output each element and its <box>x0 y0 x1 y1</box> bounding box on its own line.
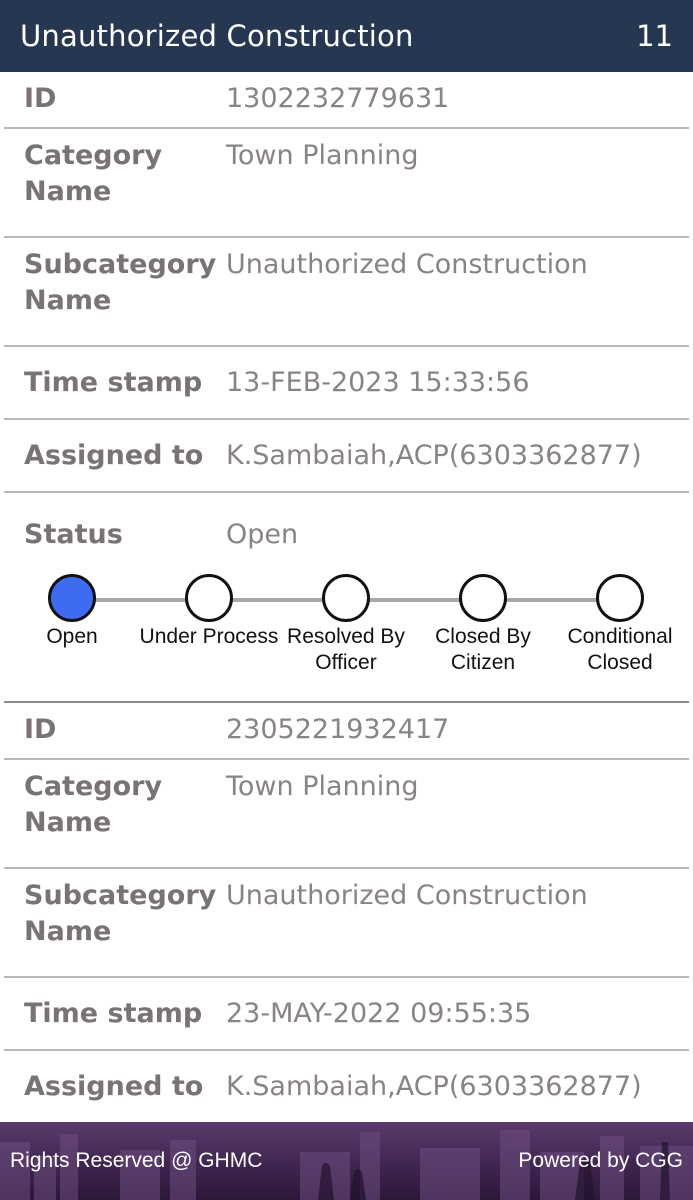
rights-reserved-text: Rights Reserved @ GHMC <box>10 1149 263 1172</box>
assigned-value: K.Sambaiah,ACP(6303362877) <box>226 1071 642 1102</box>
subcategory-value: Unauthorized Construction <box>226 249 588 280</box>
step-label-open: Open <box>46 625 98 648</box>
step-label-under-process: Under Process <box>139 625 279 648</box>
category-row: Category Name Town Planning <box>4 129 689 238</box>
step-dot-open <box>48 574 96 622</box>
timestamp-value: 13-FEB-2023 15:33:56 <box>226 367 530 398</box>
subcategory-label: Subcategory Name <box>24 249 217 316</box>
complaint-count: 11 <box>636 19 673 53</box>
id-label: ID <box>24 714 57 745</box>
powered-by-text: Powered by CGG <box>518 1149 683 1172</box>
footer: Rights Reserved @ GHMC Powered by CGG <box>0 1122 693 1200</box>
id-row: ID 2305221932417 <box>4 703 689 760</box>
id-value: 2305221932417 <box>226 714 450 745</box>
step-dot-conditional-closed <box>596 574 644 622</box>
page-title: Unauthorized Construction <box>20 19 414 53</box>
timestamp-row: Time stamp 23-MAY-2022 09:55:35 <box>4 978 689 1051</box>
assigned-value: K.Sambaiah,ACP(6303362877) <box>226 440 642 471</box>
category-value: Town Planning <box>226 771 419 802</box>
subcategory-label: Subcategory Name <box>24 880 217 947</box>
subcategory-row: Subcategory Name Unauthorized Constructi… <box>4 238 689 347</box>
id-label: ID <box>24 83 57 114</box>
category-label: Category Name <box>24 140 163 207</box>
category-value: Town Planning <box>226 140 419 171</box>
timestamp-label: Time stamp <box>24 367 203 398</box>
timestamp-value: 23-MAY-2022 09:55:35 <box>226 998 532 1029</box>
status-label: Status <box>24 519 123 550</box>
status-value: Open <box>226 519 299 550</box>
step-label-conditional-closed: Conditional Closed <box>567 625 673 674</box>
app-header: Unauthorized Construction 11 <box>0 0 693 72</box>
step-label-closed-by-citizen: Closed By Citizen <box>435 625 531 674</box>
category-row: Category Name Town Planning <box>4 760 689 869</box>
category-label: Category Name <box>24 771 163 838</box>
step-label-resolved-by-officer: Resolved By Officer <box>287 625 405 674</box>
assigned-label: Assigned to <box>24 440 204 471</box>
assigned-row: Assigned to K.Sambaiah,ACP(6303362877) <box>4 420 689 493</box>
step-dot-closed-by-citizen <box>459 574 507 622</box>
id-row: ID 1302232779631 <box>4 72 689 129</box>
timestamp-label: Time stamp <box>24 998 203 1029</box>
subcategory-value: Unauthorized Construction <box>226 880 588 911</box>
step-dot-under-process <box>185 574 233 622</box>
step-dot-resolved-by-officer <box>322 574 370 622</box>
id-value: 1302232779631 <box>226 83 450 114</box>
assigned-row: Assigned to K.Sambaiah,ACP(6303362877) <box>4 1051 689 1124</box>
subcategory-row: Subcategory Name Unauthorized Constructi… <box>4 869 689 978</box>
timestamp-row: Time stamp 13-FEB-2023 15:33:56 <box>4 347 689 420</box>
assigned-label: Assigned to <box>24 1071 204 1102</box>
